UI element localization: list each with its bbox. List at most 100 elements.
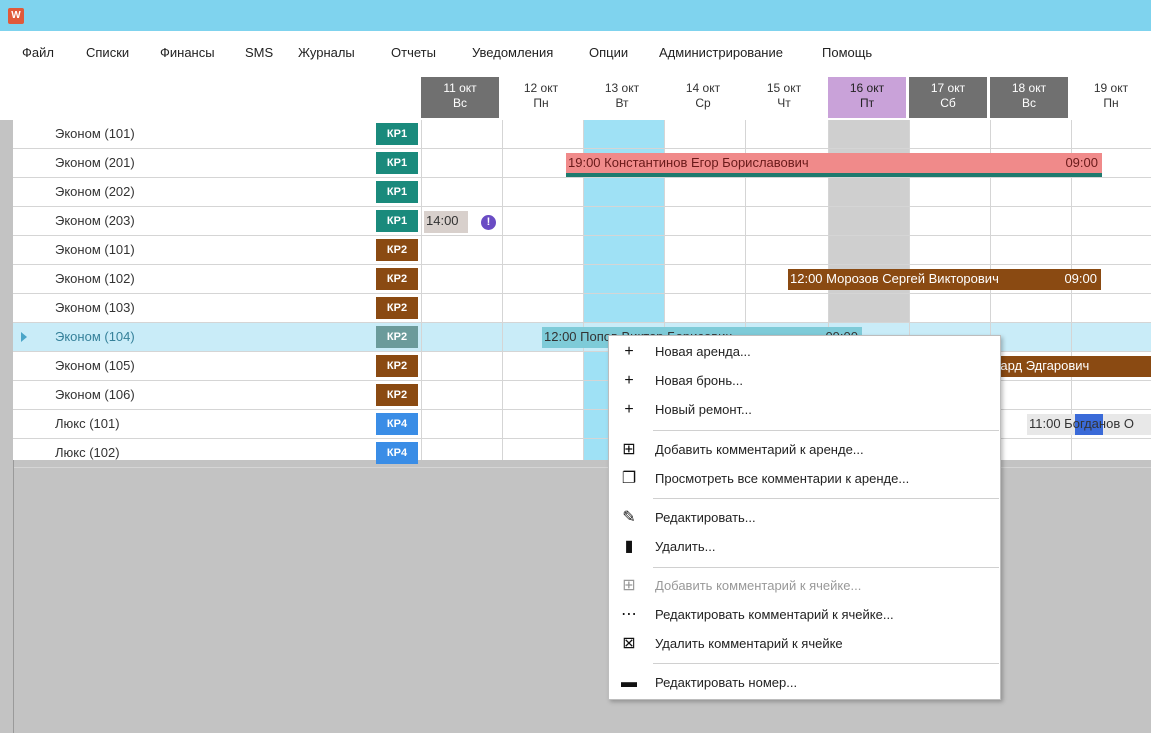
grid-line xyxy=(421,120,422,460)
menu-separator xyxy=(653,663,999,664)
menu-administration[interactable]: Администрирование xyxy=(659,45,783,60)
table-row[interactable]: Эконом (101) КР1 xyxy=(13,120,1151,149)
date-column-header[interactable]: 14 окт Ср xyxy=(664,77,742,118)
plus-icon: + xyxy=(624,372,634,389)
checkin-marker[interactable]: 14:00 xyxy=(424,211,468,233)
room-name: Эконом (102) xyxy=(55,271,135,286)
menu-separator xyxy=(653,567,999,568)
menu-item-edit-room[interactable]: ▬ Редактировать номер... xyxy=(609,669,1000,697)
menu-item-edit-cell-comment[interactable]: ⋯ Редактировать комментарий к ячейке... xyxy=(609,601,1000,629)
menu-separator xyxy=(653,498,999,499)
booking-bar[interactable]: 12:00 Морозов Сергей Викторович 09:00 xyxy=(788,269,1101,290)
date-column-header[interactable]: 15 окт Чт xyxy=(745,77,823,118)
app-logo-icon: W xyxy=(8,8,24,24)
date-label: 16 окт xyxy=(849,81,885,95)
menu-item-label: Редактировать номер... xyxy=(655,675,798,690)
menu-separator xyxy=(653,430,999,431)
date-label: 11 окт xyxy=(443,81,477,95)
row-selector-arrow-icon xyxy=(21,332,27,342)
room-name: Эконом (103) xyxy=(55,300,135,315)
menu-item-delete[interactable]: ▮ Удалить... xyxy=(609,533,1000,561)
menu-reports[interactable]: Отчеты xyxy=(391,45,436,60)
menu-item-edit[interactable]: ✎ Редактировать... xyxy=(609,504,1000,532)
warning-icon[interactable]: ! xyxy=(481,215,496,230)
date-label: 15 окт xyxy=(766,81,802,95)
menu-item-label: Удалить комментарий к ячейке xyxy=(655,636,843,651)
room-name: Люкс (101) xyxy=(55,416,120,431)
room-category-badge: КР1 xyxy=(376,210,418,232)
room-category-badge: КР2 xyxy=(376,239,418,261)
title-bar: W xyxy=(0,0,1151,31)
menu-item-view-rental-comments[interactable]: ❐ Просмотреть все комментарии к аренде..… xyxy=(609,465,1000,493)
booking-label: уард Эдгарович xyxy=(994,358,1090,373)
menu-notifications[interactable]: Уведомления xyxy=(472,45,553,60)
menu-item-label: Новая аренда... xyxy=(655,344,751,359)
table-row[interactable]: Эконом (101) КР2 xyxy=(13,236,1151,265)
menu-item-label: Новая бронь... xyxy=(655,373,743,388)
room-name: Эконом (101) xyxy=(55,126,135,141)
room-name: Эконом (104) xyxy=(55,329,135,344)
menu-item-label: Редактировать комментарий к ячейке... xyxy=(655,607,894,622)
comment-delete-icon: ⊠ xyxy=(622,635,636,652)
room-category-badge: КР4 xyxy=(376,442,418,464)
weekday-label: Вс xyxy=(1021,96,1036,110)
room-category-badge: КР2 xyxy=(376,355,418,377)
menu-journals[interactable]: Журналы xyxy=(298,45,355,60)
weekday-label: Пн xyxy=(533,96,549,110)
date-label: 17 окт xyxy=(930,81,966,95)
room-name: Эконом (202) xyxy=(55,184,135,199)
weekday-label: Пт xyxy=(859,96,875,110)
plus-icon: + xyxy=(624,343,634,360)
date-label: 14 окт xyxy=(685,81,721,95)
menu-help[interactable]: Помощь xyxy=(822,45,872,60)
menu-item-label: Удалить... xyxy=(655,539,716,554)
menu-sms[interactable]: SMS xyxy=(245,45,273,60)
room-name: Эконом (105) xyxy=(55,358,135,373)
menu-item-delete-cell-comment[interactable]: ⊠ Удалить комментарий к ячейке xyxy=(609,630,1000,658)
room-name: Люкс (102) xyxy=(55,445,120,460)
date-column-header[interactable]: 11 окт Вс xyxy=(421,77,499,118)
room-category-badge: КР2 xyxy=(376,384,418,406)
room-name: Эконом (203) xyxy=(55,213,135,228)
comments-icon: ❐ xyxy=(621,470,637,487)
menu-lists[interactable]: Списки xyxy=(86,45,129,60)
date-column-header[interactable]: 12 окт Пн xyxy=(502,77,580,118)
room-category-badge: КР1 xyxy=(376,152,418,174)
comment-edit-icon: ⋯ xyxy=(621,606,637,623)
menu-item-label: Просмотреть все комментарии к аренде... xyxy=(655,471,910,486)
room-category-badge: КР1 xyxy=(376,181,418,203)
table-row[interactable]: Эконом (103) КР2 xyxy=(13,294,1151,323)
date-column-header[interactable]: 16 окт Пт xyxy=(828,77,906,118)
date-column-header[interactable]: 19 окт Пн xyxy=(1071,77,1151,118)
booking-bar[interactable]: 19:00 Константинов Егор Бориславович 09:… xyxy=(566,153,1102,173)
menu-item-add-rental-comment[interactable]: ⊞ Добавить комментарий к аренде... xyxy=(609,436,1000,464)
booking-end-time: 09:00 xyxy=(1065,155,1098,170)
menu-options[interactable]: Опции xyxy=(589,45,628,60)
bed-icon: ▬ xyxy=(621,674,637,691)
room-name: Эконом (201) xyxy=(55,155,135,170)
date-column-header[interactable]: 17 окт Сб xyxy=(909,77,987,118)
context-menu: + Новая аренда... + Новая бронь... + Нов… xyxy=(608,335,1001,700)
date-label: 18 окт xyxy=(1011,81,1047,95)
menu-item-new-rental[interactable]: + Новая аренда... xyxy=(609,338,1000,366)
date-column-header[interactable]: 18 окт Вс xyxy=(990,77,1068,118)
table-row[interactable]: Эконом (203) КР1 xyxy=(13,207,1151,236)
menu-item-label: Добавить комментарий к ячейке... xyxy=(655,578,862,593)
room-category-badge: КР2 xyxy=(376,326,418,348)
booking-bar[interactable]: уард Эдгарович xyxy=(992,356,1151,377)
table-row[interactable]: Эконом (202) КР1 xyxy=(13,178,1151,207)
panel-border xyxy=(13,460,14,733)
booking-label: 19:00 Константинов Егор Бориславович xyxy=(568,155,809,170)
menu-item-label: Редактировать... xyxy=(655,510,756,525)
menu-item-new-repair[interactable]: + Новый ремонт... xyxy=(609,396,1000,424)
date-column-header[interactable]: 13 окт Вт xyxy=(583,77,661,118)
menu-bar: Файл Списки Финансы SMS Журналы Отчеты У… xyxy=(0,31,1151,67)
date-label: 19 окт xyxy=(1093,81,1129,95)
booking-end-time: 09:00 xyxy=(1064,271,1097,286)
booking-bar[interactable]: 11:00 Богданов О xyxy=(1027,414,1151,435)
menu-finance[interactable]: Финансы xyxy=(160,45,215,60)
menu-file[interactable]: Файл xyxy=(22,45,54,60)
menu-item-new-booking[interactable]: + Новая бронь... xyxy=(609,367,1000,395)
menu-item-label: Добавить комментарий к аренде... xyxy=(655,442,864,457)
weekday-label: Сб xyxy=(940,96,956,110)
